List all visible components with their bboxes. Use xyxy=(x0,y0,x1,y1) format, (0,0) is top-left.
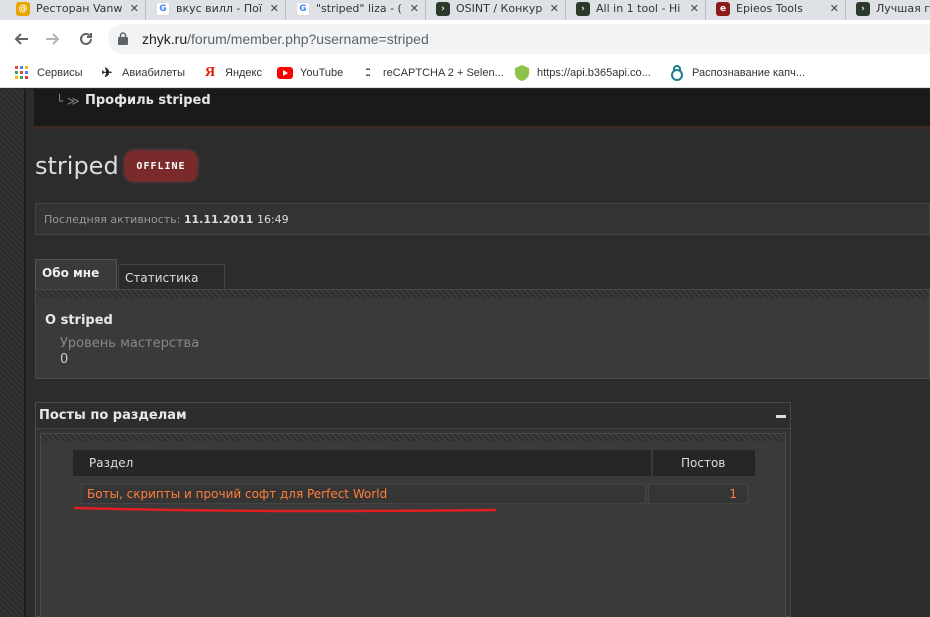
tab-title: OSINT / Конкур xyxy=(456,2,543,15)
url-host: zhyk.ru xyxy=(142,31,188,47)
table-row: Боты, скрипты и прочий софт для Perfect … xyxy=(81,484,749,504)
browser-tab-4[interactable]: › OSINT / Конкур ✕ xyxy=(432,0,566,20)
bookmark-label: YouTube xyxy=(300,67,344,79)
browser-tab-7[interactable]: › Лучшая г xyxy=(852,0,930,20)
skill-level-value: 0 xyxy=(60,352,69,367)
browser-tab-strip: @ Ресторан Vanw ✕ G вкус вилл - Пої ✕ G … xyxy=(0,0,930,20)
url-path: /forum/member.php?username=striped xyxy=(187,31,429,47)
close-icon[interactable]: ✕ xyxy=(130,2,139,15)
arrow-right-icon xyxy=(46,33,60,45)
tab-title: Ресторан Vanw xyxy=(36,2,123,15)
panel-hatch xyxy=(36,290,929,298)
browser-tab-1[interactable]: @ Ресторан Vanw ✕ xyxy=(12,0,146,20)
bookmark-label: Распознавание капч... xyxy=(692,67,806,79)
tab-title: Epieos Tools xyxy=(736,2,803,15)
bookmark-label: https://api.b365api.co... xyxy=(537,67,651,79)
breadcrumb-bar: └ ≫ Профиль striped xyxy=(34,89,930,129)
last-activity-box: Последняя активность: 11.11.2011 16:49 xyxy=(35,203,930,235)
url-text: zhyk.ru/forum/member.php?username=stripe… xyxy=(142,31,429,47)
section-link[interactable]: Боты, скрипты и прочий софт для Perfect … xyxy=(81,484,646,504)
google-icon: G xyxy=(296,2,310,16)
tab-title: "striped" liza - ( xyxy=(316,2,402,15)
vanwok-icon: @ xyxy=(16,2,30,16)
close-icon[interactable]: ✕ xyxy=(690,2,699,15)
bookmark-avia[interactable]: ✈ Авиабилеты xyxy=(99,63,185,83)
tab-title: Лучшая г xyxy=(876,2,930,15)
browser-toolbar: zhyk.ru/forum/member.php?username=stripe… xyxy=(0,20,930,58)
bookmark-youtube[interactable]: YouTube xyxy=(277,63,343,83)
page-left-edge xyxy=(24,89,26,617)
epieos-icon: e xyxy=(716,2,730,16)
shield-icon xyxy=(514,65,530,81)
last-activity-time: 16:49 xyxy=(256,213,289,226)
posts-table-header: Раздел Постов xyxy=(73,450,755,476)
bookmark-label: Сервисы xyxy=(37,67,83,79)
reload-button[interactable] xyxy=(75,28,97,50)
close-icon[interactable]: ✕ xyxy=(830,2,839,15)
bookmark-services[interactable]: Сервисы xyxy=(14,63,83,83)
posts-panel-header: Посты по разделам xyxy=(36,403,790,429)
youtube-icon xyxy=(277,65,293,81)
codeby-icon: › xyxy=(436,2,450,16)
tab-statistics[interactable]: Статистика xyxy=(118,264,225,292)
posts-panel-title: Посты по разделам xyxy=(39,408,187,423)
bookmark-yandex[interactable]: Я Яндекс xyxy=(202,63,262,83)
column-divider xyxy=(651,450,653,476)
tab-about[interactable]: Обо мне xyxy=(35,259,117,289)
arrow-left-icon xyxy=(14,33,28,45)
tab-title: All in 1 tool - Hi xyxy=(596,2,681,15)
bookmark-b365api[interactable]: https://api.b365api.co... xyxy=(514,63,651,83)
about-title: О striped xyxy=(45,313,113,328)
bookmarks-bar: Сервисы ✈ Авиабилеты Я Яндекс YouTube ▪▪… xyxy=(0,58,930,88)
tab-title: вкус вилл - Пої xyxy=(176,2,262,15)
browser-tab-2[interactable]: G вкус вилл - Пої ✕ xyxy=(152,0,286,20)
skill-level-label: Уровень мастерства xyxy=(60,336,200,351)
anticaptcha-icon: ▪▪ ▪▪ xyxy=(365,67,371,79)
lock-icon xyxy=(118,32,128,45)
about-panel: О striped Уровень мастерства 0 xyxy=(35,289,930,379)
forum-page: └ ≫ Профиль striped striped OFFLINE Посл… xyxy=(0,89,930,617)
bookmark-captcha[interactable]: Распознавание капч... xyxy=(669,63,805,83)
close-icon[interactable]: ✕ xyxy=(270,2,279,15)
column-header-section: Раздел xyxy=(89,456,134,470)
last-activity: Последняя активность: 11.11.2011 16:49 xyxy=(44,213,289,226)
status-badge: OFFLINE xyxy=(125,151,197,181)
reload-icon xyxy=(80,32,92,45)
last-activity-date: 11.11.2011 xyxy=(183,213,254,226)
back-button[interactable] xyxy=(10,28,32,50)
codeby-icon: › xyxy=(576,2,590,16)
address-bar[interactable]: zhyk.ru/forum/member.php?username=stripe… xyxy=(108,24,930,54)
close-icon[interactable]: ✕ xyxy=(550,2,559,15)
collapse-icon[interactable] xyxy=(776,415,786,418)
column-header-posts: Постов xyxy=(681,456,726,470)
close-icon[interactable]: ✕ xyxy=(410,2,419,15)
plane-icon: ✈ xyxy=(101,65,113,80)
codeby-icon: › xyxy=(856,2,870,16)
post-count-link[interactable]: 1 xyxy=(648,484,748,504)
apps-grid-icon xyxy=(14,65,30,81)
browser-tab-3[interactable]: G "striped" liza - ( ✕ xyxy=(292,0,426,20)
last-activity-label: Последняя активность: xyxy=(44,213,181,226)
yandex-icon: Я xyxy=(204,65,216,80)
page-left-pattern xyxy=(0,89,24,617)
breadcrumb-arrow-icon: └ ≫ xyxy=(56,94,80,108)
captcha-lock-icon xyxy=(669,65,685,81)
forward-button[interactable] xyxy=(42,28,64,50)
breadcrumb-title: Профиль striped xyxy=(85,93,211,108)
browser-tab-6[interactable]: e Epieos Tools ✕ xyxy=(712,0,846,20)
google-icon: G xyxy=(156,2,170,16)
bookmark-label: Авиабилеты xyxy=(122,67,186,79)
bookmark-label: Яндекс xyxy=(225,67,262,79)
red-underline-annotation xyxy=(73,506,497,513)
profile-username: striped xyxy=(35,152,119,180)
posts-table-container: Раздел Постов Боты, скрипты и прочий соф… xyxy=(40,433,786,617)
bookmark-recaptcha[interactable]: ▪▪ ▪▪ reCAPTCHA 2 + Selen... xyxy=(360,63,504,83)
browser-tab-5[interactable]: › All in 1 tool - Hi ✕ xyxy=(572,0,706,20)
panel-hatch xyxy=(41,434,785,441)
bookmark-label: reCAPTCHA 2 + Selen... xyxy=(383,67,504,79)
